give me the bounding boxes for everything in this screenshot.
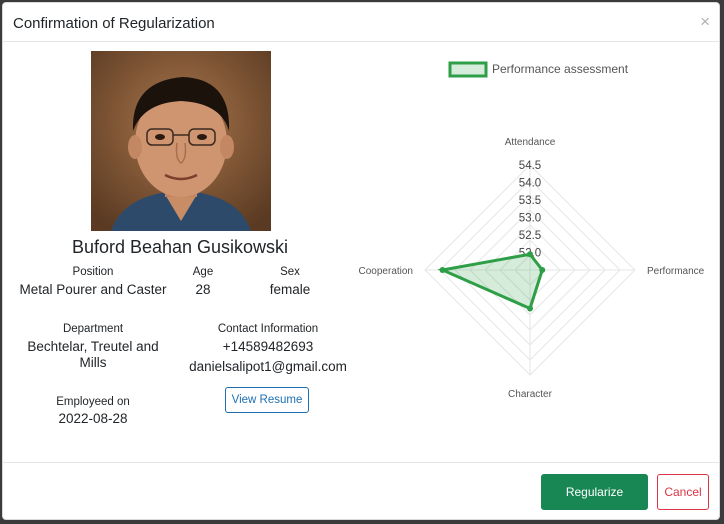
radar-tick-label: 53.5	[519, 195, 541, 207]
radar-data-point	[439, 267, 446, 273]
radar-tick-label: 53.0	[519, 213, 541, 225]
dialog-header: Confirmation of Regularization ×	[3, 3, 719, 42]
radar-axis-label: Attendance	[505, 137, 556, 148]
phone-value: +14589482693	[222, 339, 314, 354]
close-icon[interactable]: ×	[700, 13, 710, 30]
regularize-button[interactable]: Regularize	[541, 474, 648, 510]
department-label: Department	[62, 323, 124, 335]
view-resume-button[interactable]: View Resume	[225, 387, 309, 413]
age-value: 28	[195, 282, 211, 297]
department-value: Bechtelar, Treutel and Mills	[27, 339, 159, 370]
regularization-dialog: Confirmation of Regularization × Buford …	[2, 2, 720, 520]
radar-data-point	[527, 305, 533, 312]
contact-label: Contact Information	[217, 323, 319, 335]
radar-tick-label: 54.0	[519, 178, 541, 190]
employee-photo	[91, 51, 271, 231]
radar-data-point	[527, 251, 533, 258]
position-label: Position	[72, 266, 114, 278]
radar-tick-label: 52.5	[519, 230, 541, 242]
legend-label: Performance assessment	[492, 62, 629, 76]
sex-value: female	[269, 282, 311, 297]
performance-radar-chart: 52.052.553.053.554.054.5AttendancePerfor…	[359, 61, 705, 400]
employed-label: Employeed on	[56, 396, 130, 408]
cancel-button[interactable]: Cancel	[657, 474, 709, 510]
email-value: danielsalipot1@gmail.com	[189, 359, 347, 374]
age-label: Age	[192, 266, 214, 278]
legend-swatch	[448, 61, 488, 78]
radar-tick-label: 54.5	[519, 160, 541, 172]
dialog-title: Confirmation of Regularization	[13, 15, 215, 32]
radar-data-point	[539, 267, 546, 273]
radar-axis-label: Cooperation	[359, 266, 413, 277]
sex-label: Sex	[280, 266, 300, 278]
radar-axis-label: Performance	[647, 266, 705, 277]
employee-name: Buford Beahan Gusikowski	[71, 237, 289, 257]
dialog-footer-divider	[3, 462, 719, 463]
radar-series-area	[437, 252, 544, 311]
employed-value: 2022-08-28	[58, 411, 128, 426]
position-value: Metal Pourer and Caster	[19, 282, 167, 297]
radar-axis-label: Character	[508, 389, 553, 400]
